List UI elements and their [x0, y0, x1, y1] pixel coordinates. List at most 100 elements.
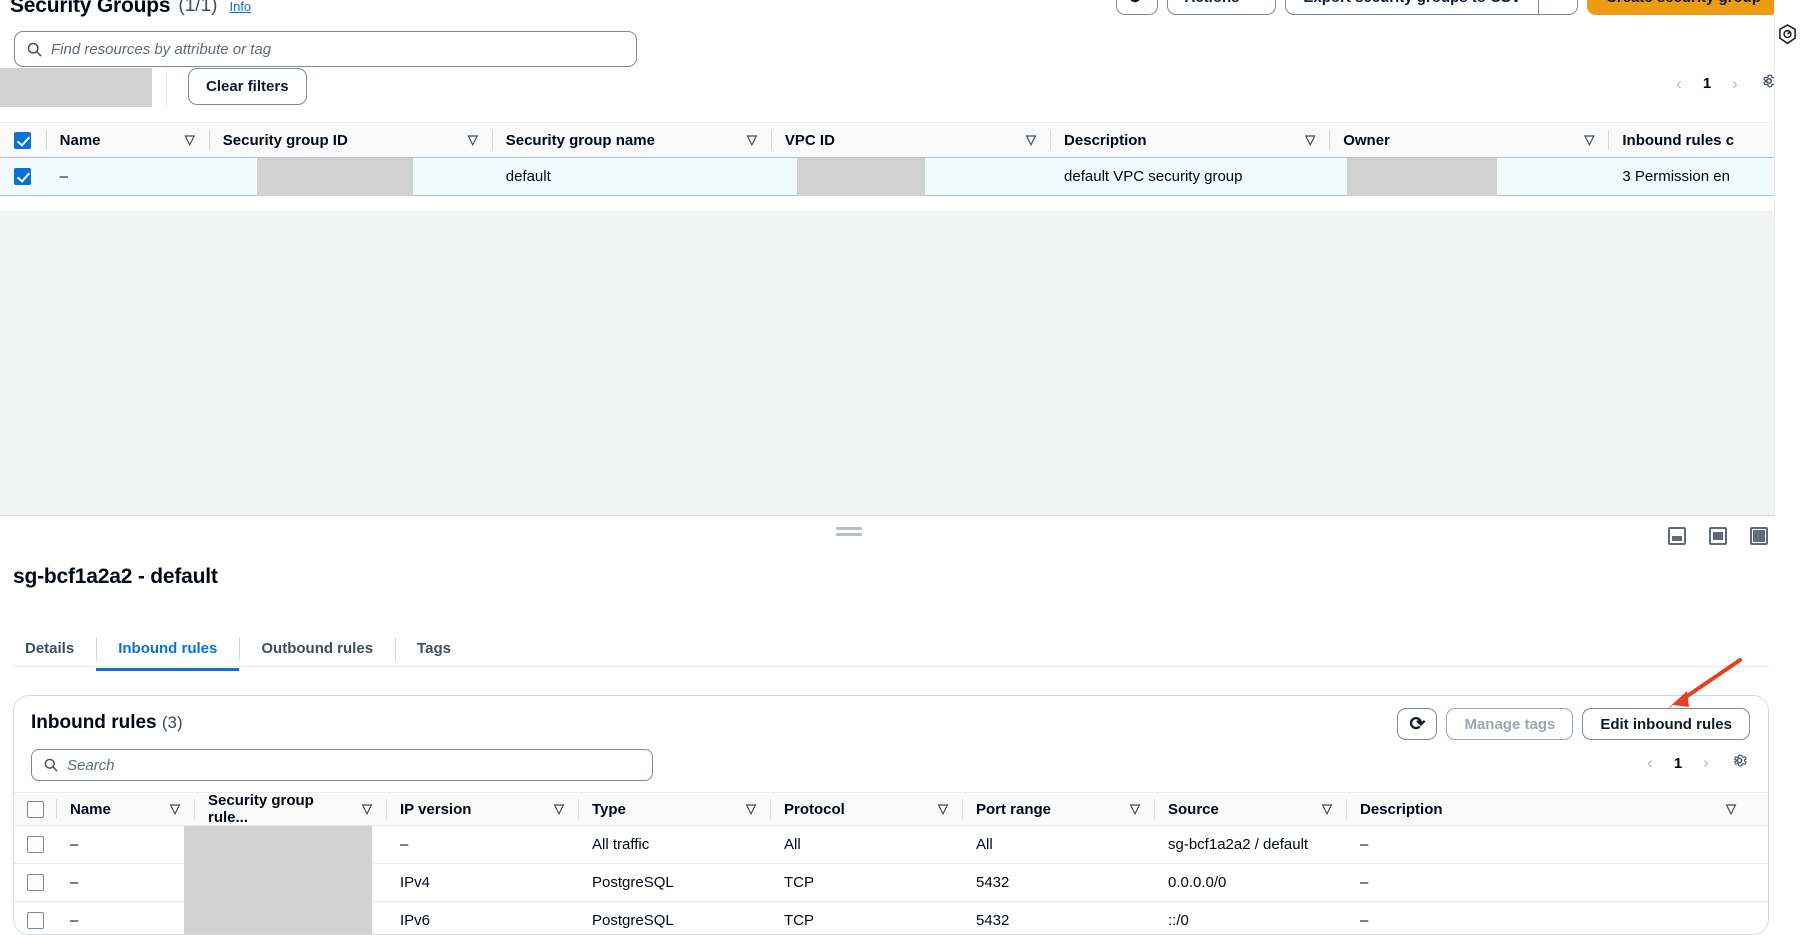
sort-icon: ▽: [1726, 801, 1736, 817]
cell-source: sg-bcf1a2a2 / default: [1154, 826, 1346, 863]
redacted-filter-dropdown[interactable]: [0, 68, 152, 107]
table-row[interactable]: – default default VPC security group 3 P…: [0, 158, 1800, 196]
tab-tags[interactable]: Tags: [395, 629, 473, 669]
cell-protocol: TCP: [770, 864, 962, 901]
cell-name: –: [46, 158, 209, 195]
page-title: Security Groups: [10, 0, 170, 18]
filter-row: Clear filters: [0, 68, 1800, 112]
cell-description: default VPC security group: [1050, 158, 1329, 195]
redacted-value: [184, 826, 372, 864]
sort-icon: ▽: [746, 801, 756, 817]
cell-owner: [1329, 158, 1608, 195]
cell-ip-version: –: [386, 826, 578, 863]
cell-description: –: [1346, 864, 1750, 901]
column-header-protocol[interactable]: Protocol▽: [770, 793, 962, 825]
sort-icon: ▽: [1026, 132, 1036, 148]
cell-rule-id: [194, 902, 386, 935]
refresh-rules-button[interactable]: ⟳: [1397, 708, 1437, 740]
row-checkbox[interactable]: [27, 912, 44, 929]
inbound-rules-search[interactable]: Search: [31, 749, 653, 781]
actions-button[interactable]: Actions ▼: [1167, 0, 1277, 15]
split-panel-layout-controls: [1668, 527, 1768, 545]
redacted-value: [184, 902, 372, 935]
edit-inbound-rules-label: Edit inbound rules: [1600, 708, 1732, 741]
column-header-security-group-name[interactable]: Security group name▽: [492, 123, 771, 157]
refresh-icon: ⟳: [1129, 0, 1145, 7]
tab-outbound-rules[interactable]: Outbound rules: [239, 629, 395, 669]
column-header-ip-version[interactable]: IP version▽: [386, 793, 578, 825]
cell-name: –: [56, 826, 194, 863]
table-empty-area: [0, 211, 1800, 516]
security-groups-search[interactable]: Find resources by attribute or tag: [14, 31, 637, 67]
sort-icon: ▽: [468, 132, 478, 148]
shortcuts-hex-icon[interactable]: [1778, 24, 1797, 50]
column-header-description[interactable]: Description▽: [1050, 123, 1329, 157]
clear-filters-button[interactable]: Clear filters: [188, 68, 307, 105]
next-page-button[interactable]: ›: [1722, 74, 1748, 94]
tab-inbound-rules[interactable]: Inbound rules: [96, 629, 239, 669]
export-csv-label: Export security groups to CSV: [1303, 0, 1521, 14]
column-header-owner[interactable]: Owner▽: [1329, 123, 1608, 157]
sort-icon: ▽: [1584, 132, 1594, 148]
tabs-divider: [13, 666, 1769, 667]
export-csv-button[interactable]: Export security groups to CSV: [1285, 0, 1538, 15]
sort-icon: ▽: [1130, 801, 1140, 817]
edit-inbound-rules-button[interactable]: Edit inbound rules: [1582, 708, 1750, 740]
cell-rule-id: [194, 864, 386, 901]
redacted-value: [257, 158, 413, 196]
column-header-inbound-rules-count[interactable]: Inbound rules c: [1608, 123, 1800, 157]
panel-full-icon[interactable]: [1750, 527, 1768, 545]
table-row[interactable]: – IPv6 PostgreSQL TCP 5432 ::/0 –: [14, 902, 1768, 935]
column-header-name[interactable]: Name▽: [56, 793, 194, 825]
table-row[interactable]: – IPv4 PostgreSQL TCP 5432 0.0.0.0/0 –: [14, 864, 1768, 902]
export-split-button: Export security groups to CSV ▼: [1285, 0, 1578, 15]
cell-source: 0.0.0.0/0: [1154, 864, 1346, 901]
cell-description: –: [1346, 902, 1750, 935]
security-groups-count: (1/1): [178, 0, 217, 17]
inbound-rules-pagination: ‹ 1 ›: [1637, 752, 1748, 774]
split-panel-drag-handle[interactable]: [836, 527, 862, 538]
panel-bottom-icon[interactable]: [1668, 527, 1686, 545]
sort-icon: ▽: [554, 801, 564, 817]
row-checkbox[interactable]: [27, 836, 44, 853]
inbound-rules-header: Inbound rules (3) Search ⟳: [14, 696, 1768, 792]
column-header-rule-id[interactable]: Security group rule...▽: [194, 793, 386, 825]
cell-ip-version: IPv6: [386, 902, 578, 935]
create-security-group-button[interactable]: Create security group: [1587, 0, 1780, 15]
row-checkbox[interactable]: [27, 874, 44, 891]
prev-page-button[interactable]: ‹: [1666, 74, 1692, 94]
manage-tags-label: Manage tags: [1464, 708, 1555, 741]
sort-icon: ▽: [747, 132, 757, 148]
cell-rule-id: [194, 826, 386, 863]
next-page-button[interactable]: ›: [1693, 753, 1719, 773]
current-page: 1: [1696, 75, 1718, 92]
select-all-rules-checkbox[interactable]: [27, 801, 44, 818]
column-header-port-range[interactable]: Port range▽: [962, 793, 1154, 825]
refresh-button[interactable]: ⟳: [1116, 0, 1158, 15]
gear-icon[interactable]: [1731, 752, 1748, 774]
column-header-security-group-id[interactable]: Security group ID▽: [209, 123, 492, 157]
column-header-source[interactable]: Source▽: [1154, 793, 1346, 825]
cell-port-range: All: [962, 826, 1154, 863]
select-all-checkbox[interactable]: [14, 132, 31, 149]
export-dropdown-button[interactable]: ▼: [1538, 0, 1578, 15]
column-header-name[interactable]: Name▽: [46, 123, 209, 157]
cell-inbound-rules-count: 3 Permission en: [1608, 158, 1800, 195]
column-header-vpc-id[interactable]: VPC ID▽: [771, 123, 1050, 157]
panel-side-icon[interactable]: [1709, 527, 1727, 545]
prev-page-button[interactable]: ‹: [1637, 753, 1663, 773]
info-link[interactable]: Info: [229, 0, 251, 14]
cell-type: All traffic: [578, 826, 770, 863]
column-header-description[interactable]: Description▽: [1346, 793, 1750, 825]
cell-port-range: 5432: [962, 902, 1154, 935]
row-select-cell: [0, 158, 46, 195]
sort-icon: ▽: [1305, 132, 1315, 148]
column-header-type[interactable]: Type▽: [578, 793, 770, 825]
table-row[interactable]: – – All traffic All All sg-bcf1a2a2 / de…: [14, 826, 1768, 864]
tab-details[interactable]: Details: [13, 629, 96, 669]
row-select-cell: [14, 902, 56, 935]
row-checkbox[interactable]: [14, 168, 31, 185]
redacted-value: [797, 158, 925, 196]
security-groups-section: Security Groups (1/1) Info ⟳ Actions ▼ E…: [0, 0, 1800, 517]
inbound-rules-title: Inbound rules (3): [31, 712, 183, 734]
